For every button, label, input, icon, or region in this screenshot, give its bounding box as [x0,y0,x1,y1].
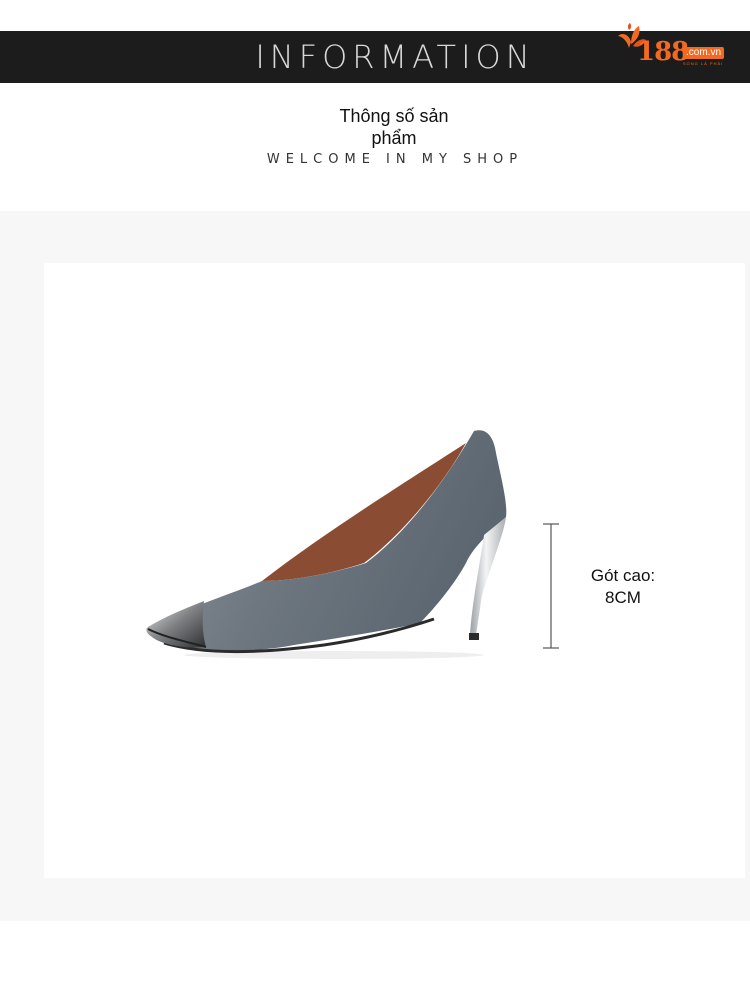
page-title-text: Thông số sản phẩm [339,106,449,148]
site-logo[interactable]: 188 .com.vn SỐNG LÀ PHẢI [617,22,735,68]
heel-height-label: Gót cao: 8CM [568,565,678,609]
logo-tagline: SỐNG LÀ PHẢI [683,61,724,66]
shoe-image [146,430,507,659]
page-title: Thông số sản phẩm [0,105,750,149]
heel-height-value: 8CM [605,588,641,607]
logo-number: 188 [637,37,689,67]
page-subtitle: WELCOME IN MY SHOP [266,152,524,167]
logo-domain: .com.vn [683,47,725,59]
product-photo: Gót cao: 8CM [44,263,745,878]
heel-height-marker [543,523,559,649]
heel-height-caption: Gót cao: [590,566,656,585]
